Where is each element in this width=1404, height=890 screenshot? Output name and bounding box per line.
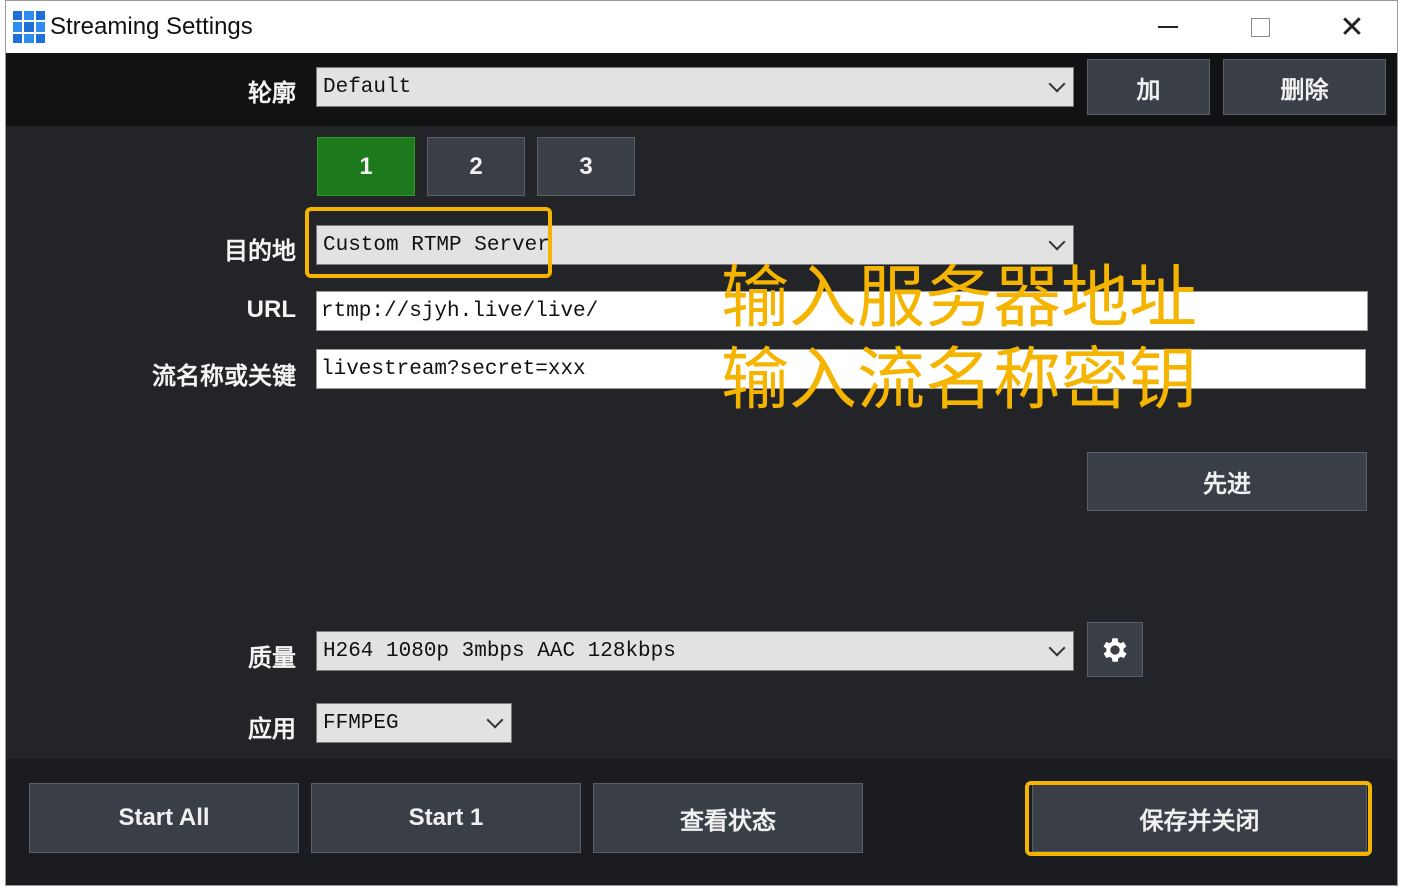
view-status-button[interactable]: 查看状态 bbox=[593, 783, 863, 853]
application-select[interactable]: FFMPEG bbox=[316, 703, 512, 743]
start-1-button[interactable]: Start 1 bbox=[311, 783, 581, 853]
url-value: rtmp://sjyh.live/live/ bbox=[321, 299, 599, 323]
stream-key-label: 流名称或关键 bbox=[152, 363, 296, 390]
destination-label: 目的地 bbox=[224, 238, 296, 265]
add-profile-button[interactable]: 加 bbox=[1087, 59, 1210, 115]
streaming-settings-window: Streaming Settings ✕ 轮廓 Default 加 删除 1 2… bbox=[5, 0, 1398, 886]
title-bar: Streaming Settings ✕ bbox=[6, 1, 1397, 53]
quality-value: H264 1080p 3mbps AAC 128kbps bbox=[323, 639, 676, 663]
save-close-highlight bbox=[1025, 781, 1372, 856]
application-value: FFMPEG bbox=[323, 711, 399, 735]
annotation-stream-key: 输入流名称密钥 bbox=[721, 341, 1198, 420]
chevron-down-icon bbox=[1048, 233, 1066, 251]
application-label: 应用 bbox=[248, 716, 296, 743]
destination-highlight bbox=[305, 207, 552, 278]
gear-icon bbox=[1103, 637, 1127, 662]
app-icon bbox=[13, 11, 45, 43]
close-icon: ✕ bbox=[1339, 10, 1365, 44]
minimize-button[interactable] bbox=[1122, 1, 1214, 53]
quality-select[interactable]: H264 1080p 3mbps AAC 128kbps bbox=[316, 631, 1074, 671]
maximize-button[interactable] bbox=[1214, 1, 1306, 53]
close-button[interactable]: ✕ bbox=[1306, 1, 1397, 53]
advanced-button[interactable]: 先进 bbox=[1087, 452, 1367, 511]
tab-2[interactable]: 2 bbox=[427, 137, 525, 196]
tab-1[interactable]: 1 bbox=[317, 137, 415, 196]
quality-settings-button[interactable] bbox=[1087, 622, 1143, 677]
chevron-down-icon bbox=[1048, 75, 1066, 93]
maximize-icon bbox=[1250, 17, 1270, 37]
quality-label: 质量 bbox=[248, 645, 296, 672]
url-label: URL bbox=[246, 296, 296, 323]
profile-label: 轮廓 bbox=[248, 80, 296, 107]
window-title: Streaming Settings bbox=[50, 13, 253, 40]
minimize-icon bbox=[1158, 26, 1178, 28]
chevron-down-icon bbox=[1048, 639, 1066, 657]
delete-profile-button[interactable]: 删除 bbox=[1223, 59, 1386, 115]
annotation-server-address: 输入服务器地址 bbox=[721, 259, 1198, 338]
stream-key-value: livestream?secret=xxx bbox=[321, 357, 586, 381]
chevron-down-icon bbox=[486, 711, 504, 729]
tab-3[interactable]: 3 bbox=[537, 137, 635, 196]
profile-value: Default bbox=[323, 75, 412, 99]
profile-select[interactable]: Default bbox=[316, 67, 1074, 107]
start-all-button[interactable]: Start All bbox=[29, 783, 299, 853]
